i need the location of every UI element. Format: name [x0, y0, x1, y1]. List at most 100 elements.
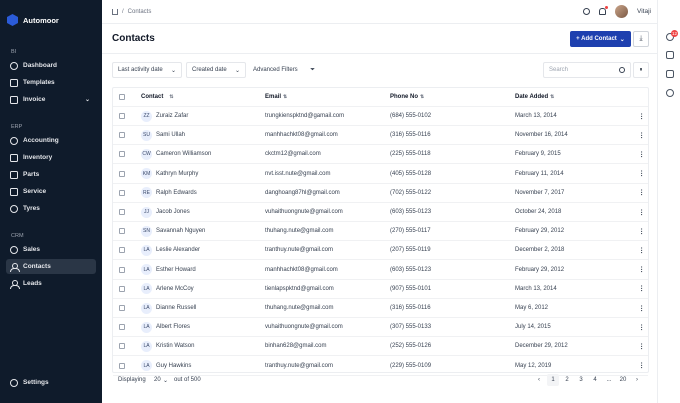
more-options-icon[interactable]: ··· [637, 189, 644, 196]
more-options-icon[interactable]: ··· [637, 343, 644, 350]
more-options-icon[interactable]: ··· [637, 132, 644, 139]
download-button[interactable]: ⤓ [633, 31, 649, 47]
contact-name[interactable]: Dianne Russell [156, 305, 196, 311]
row-checkbox[interactable] [119, 343, 125, 350]
more-options-icon[interactable]: ··· [637, 113, 644, 120]
email-cell: manhhachkt08@gmail.com [265, 266, 338, 273]
per-page-select[interactable]: 20 ⌄ [153, 374, 169, 386]
contact-name[interactable]: Ralph Edwards [156, 190, 197, 196]
table-row[interactable]: ZZ Zuraiz Zafar trungkienspktnd@gamail.com… [113, 107, 648, 126]
row-checkbox[interactable] [119, 324, 125, 331]
table-row[interactable]: LA Albert Flores vuhaithuongnute@gmail.com… [113, 318, 648, 338]
page-button[interactable]: 2 [561, 374, 573, 386]
header-date-added[interactable]: Date Added ⇅ [515, 94, 554, 100]
table-row[interactable]: LA Arlene McCoy tienlapspktnd@gmail.com (90… [113, 280, 648, 299]
add-contact-button[interactable]: + Add Contact ⌄ [570, 31, 631, 47]
table-row[interactable]: SN Savannah Nguyen thuhang.nute@gmail.com (… [113, 222, 648, 242]
more-options-icon[interactable]: ··· [637, 305, 644, 312]
people-icon[interactable] [666, 89, 674, 97]
advanced-filters-button[interactable]: Advanced Filters ⏷ [248, 62, 320, 78]
columns-button[interactable]: ⏸ [633, 62, 649, 78]
sidebar-item-templates[interactable]: Templates [6, 75, 96, 90]
page-button[interactable]: 4 [589, 374, 601, 386]
more-options-icon[interactable]: ··· [637, 362, 644, 369]
more-options-icon[interactable]: ··· [637, 247, 644, 254]
row-checkbox[interactable] [119, 285, 125, 292]
row-checkbox[interactable] [119, 266, 125, 273]
prev-page-button[interactable]: ‹ [533, 374, 545, 386]
more-options-icon[interactable]: ··· [637, 228, 644, 235]
sidebar-item-invoice[interactable]: Invoice ⌄ [6, 92, 96, 107]
filter-created-date[interactable]: Created date ⌄ [186, 62, 246, 78]
sidebar-item-leads[interactable]: Leads [6, 276, 96, 291]
table-row[interactable]: LA Kristin Watson binhan628@gmail.com (252)… [113, 337, 648, 357]
bell-icon[interactable] [599, 6, 609, 15]
table-row[interactable]: CW Cameron Williamson ckctm12@gmail.com (22… [113, 145, 648, 165]
sidebar-item-accounting[interactable]: Accounting [6, 133, 96, 148]
sidebar-item-parts[interactable]: Parts [6, 167, 96, 182]
sidebar-item-service[interactable]: Service [6, 184, 96, 199]
contact-name[interactable]: Zuraiz Zafar [156, 113, 188, 119]
row-checkbox[interactable] [119, 113, 125, 119]
row-checkbox[interactable] [119, 362, 125, 369]
select-all-checkbox[interactable] [119, 94, 125, 100]
more-options-icon[interactable]: ··· [637, 209, 644, 216]
notes-icon[interactable] [666, 51, 674, 59]
home-icon[interactable] [112, 9, 118, 15]
gear-icon [10, 378, 18, 387]
contact-name[interactable]: Savannah Nguyen [156, 228, 205, 234]
contact-name[interactable]: Sami Ullah [156, 132, 185, 138]
brand[interactable]: Automoor [0, 0, 102, 28]
row-checkbox[interactable] [119, 247, 125, 254]
row-checkbox[interactable] [119, 305, 125, 311]
contact-name[interactable]: Guy Hawkins [156, 363, 191, 369]
table-row[interactable]: LA Leslie Alexander tranthuy.nute@gmail.co… [113, 241, 648, 261]
contact-name[interactable]: Kathryn Murphy [156, 171, 198, 177]
row-checkbox[interactable] [119, 151, 125, 158]
table-row[interactable]: JJ Jacob Jones vuhaithuongnute@gmail.com (6… [113, 203, 648, 222]
avatar[interactable] [615, 5, 629, 18]
more-options-icon[interactable]: ··· [637, 285, 644, 292]
contact-name[interactable]: Esther Howard [156, 267, 196, 273]
header-contact[interactable]: Contact ⇅ [141, 94, 174, 100]
table-row[interactable]: SU Sami Ullah manhhachkt08@gmail.com (316) … [113, 126, 648, 146]
table-row[interactable]: RE Ralph Edwards danghoang87hl@gmail.com (7… [113, 184, 648, 203]
sidebar-item-contacts[interactable]: Contacts [6, 259, 96, 274]
contact-name[interactable]: Cameron Williamson [156, 151, 211, 157]
page-button[interactable]: 20 [617, 374, 629, 386]
contact-name[interactable]: Albert Flores [156, 324, 190, 330]
more-options-icon[interactable]: ··· [637, 266, 644, 273]
search-input[interactable]: Search [543, 62, 631, 78]
table-row[interactable]: LA Esther Howard manhhachkt08@gmail.com (60… [113, 261, 648, 280]
row-checkbox[interactable] [119, 170, 125, 177]
more-options-icon[interactable]: ··· [637, 324, 644, 331]
header-email[interactable]: Email ⇅ [265, 94, 287, 100]
filter-last-activity[interactable]: Last activity date ⌄ [112, 62, 182, 78]
contact-name[interactable]: Arlene McCoy [156, 286, 194, 292]
search-icon[interactable] [583, 8, 591, 15]
sidebar-item-inventory[interactable]: Inventory [6, 150, 96, 165]
table-row[interactable]: LA Dianne Russell thuhang.nute@gmail.com (3… [113, 299, 648, 318]
sidebar-item-dashboard[interactable]: Dashboard [6, 58, 96, 73]
contact-name[interactable]: Kristin Watson [156, 343, 194, 349]
row-checkbox[interactable] [119, 228, 125, 235]
contact-name[interactable]: Jacob Jones [156, 209, 190, 215]
next-page-button[interactable]: › [631, 374, 643, 386]
more-options-icon[interactable]: ··· [637, 170, 644, 177]
row-checkbox[interactable] [119, 132, 125, 139]
row-checkbox[interactable] [119, 189, 125, 196]
contact-name[interactable]: Leslie Alexander [156, 247, 200, 253]
page-button[interactable]: 1 [547, 374, 559, 386]
sidebar-item-sales[interactable]: Sales [6, 242, 96, 257]
page-button[interactable]: 3 [575, 374, 587, 386]
breadcrumb-current[interactable]: Contacts [128, 9, 152, 15]
more-options-icon[interactable]: ··· [637, 151, 644, 158]
list-icon[interactable] [666, 70, 674, 78]
row-checkbox[interactable] [119, 209, 125, 215]
sidebar-item-settings[interactable]: Settings [6, 375, 96, 390]
table-row[interactable]: KM Kathryn Murphy nvt.isst.nute@gmail.com (… [113, 165, 648, 184]
header-phone[interactable]: Phone No ⇅ [390, 94, 424, 100]
sidebar-item-tyres[interactable]: Tyres [6, 201, 96, 216]
user-name[interactable]: Vitaji [637, 8, 651, 15]
table-row[interactable]: LA Guy Hawkins tranthuy.nute@gmail.com (229… [113, 357, 648, 376]
